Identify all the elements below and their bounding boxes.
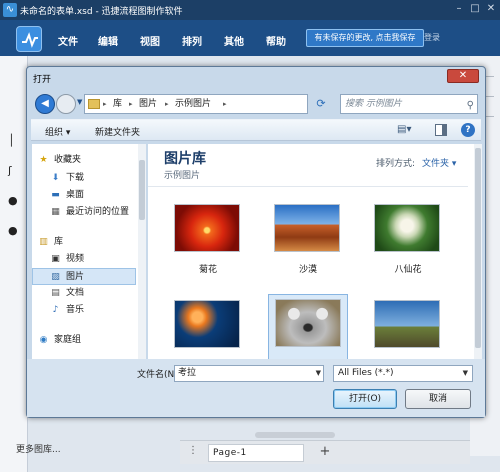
star-icon: ★: [39, 155, 48, 165]
nav-pictures[interactable]: ▨ 图片: [32, 268, 136, 285]
change-view-icon[interactable]: ▤▾: [397, 124, 419, 138]
shape-item[interactable]: ●: [8, 194, 18, 207]
file-list: 图片库 示例图片 排列方式: 文件夹 ▾ 菊花 沙漠 八仙花 水母 考拉 灯塔: [148, 144, 481, 359]
help-icon[interactable]: ?: [461, 123, 475, 137]
video-icon: ▣: [51, 254, 60, 264]
dialog-title: 打开: [33, 75, 52, 85]
nav-videos[interactable]: ▣ 视频: [32, 251, 136, 268]
breadcrumb-sample-pictures[interactable]: 示例图片: [175, 95, 211, 113]
shape-item[interactable]: ʃ: [8, 164, 12, 177]
app-title: 未命名的表单.xsd - 迅捷流程图制作软件: [20, 7, 183, 17]
homegroup-icon: ◉: [39, 335, 48, 345]
dialog-toolbar: 组织 ▾ 新建文件夹 ▤▾ ?: [31, 119, 481, 141]
menu-view[interactable]: 视图: [140, 33, 160, 48]
file-item-koala[interactable]: 考拉: [268, 294, 348, 359]
organize-button[interactable]: 组织 ▾: [45, 125, 70, 138]
dialog-footer: 文件名(N): 考拉 ▼ All Files (*.*) ▼ 打开(O) 取消: [27, 359, 485, 417]
menu-arrange[interactable]: 排列: [182, 33, 202, 48]
hydrangea-image: [374, 204, 440, 252]
nav-scrollbar[interactable]: [138, 144, 146, 359]
minimize-icon[interactable]: –: [452, 2, 466, 16]
jellyfish-image: [174, 300, 240, 348]
breadcrumb-pictures[interactable]: 图片: [139, 95, 157, 113]
chevron-down-icon[interactable]: ▼: [316, 366, 321, 381]
search-input[interactable]: 搜索 示例图片 ⚲: [340, 94, 478, 114]
file-item-lighthouse[interactable]: 灯塔: [368, 296, 448, 359]
file-item-chrysanthemum[interactable]: 菊花: [168, 200, 248, 288]
nav-libraries[interactable]: ▥ 库: [32, 234, 136, 251]
filetype-select[interactable]: All Files (*.*) ▼: [333, 365, 473, 382]
close-icon[interactable]: ✕: [484, 2, 498, 16]
file-item-desert[interactable]: 沙漠: [268, 200, 348, 288]
refresh-icon[interactable]: ⟳: [313, 95, 329, 113]
canvas-scrollbar[interactable]: [255, 432, 335, 438]
login-button[interactable]: 登录: [424, 29, 462, 47]
file-name: 八仙花: [394, 265, 422, 275]
recent-places-icon: ▦: [51, 207, 60, 217]
file-list-scrollbar[interactable]: [474, 144, 482, 359]
page-menu-icon[interactable]: ⋮: [188, 445, 198, 456]
documents-icon: ▤: [51, 288, 60, 298]
recent-locations-icon[interactable]: ▼: [77, 98, 82, 106]
page-tab[interactable]: Page-1: [208, 444, 304, 462]
add-page-button[interactable]: +: [316, 443, 334, 461]
app-brand-icon: [16, 26, 42, 52]
file-name: 沙漠: [298, 265, 317, 275]
search-icon: ⚲: [466, 100, 474, 111]
shape-item[interactable]: │: [8, 134, 15, 147]
menu-other[interactable]: 其他: [224, 33, 244, 48]
open-button[interactable]: 打开(O): [333, 389, 397, 409]
nav-documents[interactable]: ▤ 文档: [32, 285, 136, 302]
app-titlebar: ∿ 未命名的表单.xsd - 迅捷流程图制作软件 – □ ✕: [0, 0, 500, 20]
chevron-down-icon: ▼: [462, 369, 468, 377]
filename-input[interactable]: 考拉 ▼: [174, 365, 324, 382]
nav-homegroup[interactable]: ◉ 家庭组: [32, 332, 136, 349]
nav-music[interactable]: ♪ 音乐: [32, 302, 136, 319]
arrange-by-dropdown[interactable]: 文件夹 ▾: [422, 156, 456, 169]
arrange-by-label: 排列方式:: [376, 159, 416, 169]
nav-recent-places[interactable]: ▦ 最近访问的位置: [32, 204, 136, 221]
shape-item[interactable]: ●: [8, 224, 18, 237]
unsaved-notice-button[interactable]: 有未保存的更改, 点击我保存: [306, 29, 424, 47]
nav-favorites[interactable]: ★ 收藏夹: [32, 152, 136, 169]
nav-downloads[interactable]: ⬇ 下载: [32, 170, 136, 187]
page-bar: ⋮ Page-1 +: [180, 440, 470, 464]
pictures-icon: ▨: [51, 272, 60, 282]
nav-desktop[interactable]: ▬ 桌面: [32, 187, 136, 204]
forward-button[interactable]: [56, 94, 76, 114]
menu-file[interactable]: 文件: [58, 33, 78, 48]
desert-image: [274, 204, 340, 252]
chrysanthemum-image: [174, 204, 240, 252]
koala-image: [275, 299, 341, 347]
preview-pane-icon[interactable]: [435, 124, 447, 136]
music-icon: ♪: [52, 305, 59, 315]
open-file-dialog: 打开 ✕ ◀ ▼ ▸ 库 ▸ 图片 ▸ 示例图片 ▸ ▼ ⟳ 搜索 示例图片 ⚲…: [26, 66, 486, 418]
more-libraries-link[interactable]: 更多图库...: [16, 442, 61, 455]
file-item-jellyfish[interactable]: 水母: [168, 296, 248, 359]
cancel-button[interactable]: 取消: [405, 389, 471, 409]
back-button[interactable]: ◀: [35, 94, 55, 114]
folder-icon: [88, 99, 100, 109]
breadcrumb-library[interactable]: 库: [113, 95, 122, 113]
dialog-close-button[interactable]: ✕: [447, 69, 479, 83]
menu-help[interactable]: 帮助: [266, 33, 286, 48]
file-name: 菊花: [198, 265, 217, 275]
desktop-icon: ▬: [51, 190, 60, 200]
shape-library-panel: │ ʃ ● ●: [0, 56, 28, 472]
download-icon: ⬇: [51, 173, 60, 183]
navigation-pane: ★ 收藏夹 ⬇ 下载 ▬ 桌面 ▦ 最近访问的位置 ▥ 库 ▣ 视频 ▨ 图片 …: [32, 144, 142, 359]
library-icon: ▥: [39, 237, 48, 247]
navigation-bar: ◀ ▼ ▸ 库 ▸ 图片 ▸ 示例图片 ▸ ▼ ⟳ 搜索 示例图片 ⚲: [32, 92, 480, 116]
menu-edit[interactable]: 编辑: [98, 33, 118, 48]
library-subtitle: 示例图片: [164, 171, 201, 181]
address-bar[interactable]: ▸ 库 ▸ 图片 ▸ 示例图片 ▸ ▼: [84, 94, 360, 114]
app-logo-icon: ∿: [3, 3, 17, 17]
new-folder-button[interactable]: 新建文件夹: [95, 125, 140, 138]
library-title: 图片库: [164, 151, 206, 167]
file-item-hydrangea[interactable]: 八仙花: [368, 200, 448, 288]
maximize-icon[interactable]: □: [468, 2, 482, 16]
lighthouse-image: [374, 300, 440, 348]
